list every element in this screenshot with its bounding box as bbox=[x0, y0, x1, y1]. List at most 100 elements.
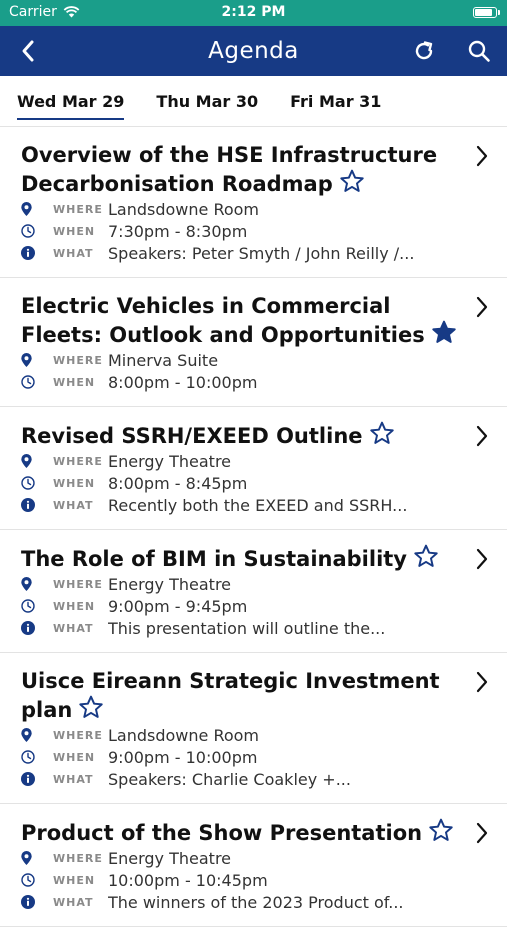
session-title: Product of the Show Presentation bbox=[21, 818, 467, 847]
search-button[interactable] bbox=[465, 37, 493, 65]
where-label: WHERE bbox=[53, 454, 103, 468]
what-icon-wrap bbox=[21, 246, 41, 260]
session-item[interactable]: Uisce Eireann Strategic Investment plan W… bbox=[0, 653, 507, 804]
refresh-button[interactable] bbox=[410, 37, 438, 65]
what-label: WHAT bbox=[53, 895, 94, 909]
location-pin-icon bbox=[21, 353, 32, 367]
where-label: WHERE bbox=[53, 577, 103, 591]
session-what-row: WHAT Speakers: Charlie Coakley +... bbox=[21, 768, 467, 790]
when-label: WHEN bbox=[53, 750, 96, 764]
what-icon-wrap bbox=[21, 621, 41, 635]
session-item[interactable]: Overview of the HSE Infrastructure Decar… bbox=[0, 127, 507, 278]
session-what: This presentation will outline the... bbox=[108, 618, 386, 638]
date-tabs: Wed Mar 29 Thu Mar 30 Fri Mar 31 bbox=[0, 76, 507, 127]
session-title: Revised SSRH/EXEED Outline bbox=[21, 421, 467, 450]
session-title-text: Revised SSRH/EXEED Outline bbox=[21, 424, 363, 448]
session-what-row: WHAT Speakers: Peter Smyth / John Reilly … bbox=[21, 242, 467, 264]
what-icon-wrap bbox=[21, 895, 41, 909]
where-label: WHERE bbox=[53, 728, 103, 742]
what-icon-wrap bbox=[21, 498, 41, 512]
session-what-row: WHAT This presentation will outline the..… bbox=[21, 617, 467, 639]
session-item[interactable]: Product of the Show Presentation WHERE Ene… bbox=[0, 804, 507, 927]
location-pin-icon bbox=[21, 454, 32, 468]
session-where-row: WHERE Minerva Suite bbox=[21, 349, 467, 371]
session-item[interactable]: Revised SSRH/EXEED Outline WHERE Energy Th… bbox=[0, 407, 507, 530]
refresh-icon bbox=[415, 41, 433, 60]
session-title-text: Overview of the HSE Infrastructure Decar… bbox=[21, 143, 438, 196]
clock-icon bbox=[21, 873, 35, 887]
session-where: Landsdowne Room bbox=[108, 725, 260, 745]
session-where: Energy Theatre bbox=[108, 848, 232, 868]
session-item[interactable]: The Role of BIM in Sustainability WHERE En… bbox=[0, 530, 507, 653]
session-what: Speakers: Charlie Coakley +... bbox=[108, 769, 351, 789]
when-icon-wrap bbox=[21, 599, 41, 613]
session-where: Energy Theatre bbox=[108, 574, 232, 594]
session-where-row: WHERE Landsdowne Room bbox=[21, 198, 467, 220]
when-label: WHEN bbox=[53, 476, 96, 490]
chevron-right-icon bbox=[476, 145, 488, 167]
info-icon bbox=[21, 895, 35, 909]
star-outline-icon[interactable] bbox=[78, 695, 104, 720]
when-label: WHEN bbox=[53, 375, 96, 389]
where-icon-wrap bbox=[21, 202, 41, 216]
when-label: WHEN bbox=[53, 599, 96, 613]
info-icon bbox=[21, 621, 35, 635]
status-bar: Carrier 2:12 PM bbox=[0, 0, 507, 26]
where-label: WHERE bbox=[53, 851, 103, 865]
location-pin-icon bbox=[21, 202, 32, 216]
session-when-row: WHEN 7:30pm - 8:30pm bbox=[21, 220, 467, 242]
star-outline-icon[interactable] bbox=[369, 421, 395, 446]
battery-level bbox=[475, 9, 493, 16]
session-what-row: WHAT The winners of the 2023 Product of..… bbox=[21, 891, 467, 913]
session-where: Energy Theatre bbox=[108, 451, 232, 471]
where-icon-wrap bbox=[21, 454, 41, 468]
star-outline-icon[interactable] bbox=[413, 544, 439, 569]
where-icon-wrap bbox=[21, 851, 41, 865]
where-icon-wrap bbox=[21, 353, 41, 367]
when-icon-wrap bbox=[21, 224, 41, 238]
chevron-right-icon bbox=[476, 822, 488, 844]
session-where-row: WHERE Energy Theatre bbox=[21, 847, 467, 869]
session-what: Recently both the EXEED and SSRH... bbox=[108, 495, 408, 515]
info-icon bbox=[21, 498, 35, 512]
battery-icon bbox=[473, 7, 500, 18]
tab-fri-mar-31[interactable]: Fri Mar 31 bbox=[290, 86, 381, 117]
star-outline-icon[interactable] bbox=[339, 169, 365, 194]
session-when: 8:00pm - 8:45pm bbox=[108, 473, 248, 493]
star-filled-icon[interactable] bbox=[431, 320, 457, 345]
chevron-right-icon bbox=[476, 296, 488, 318]
session-when: 10:00pm - 10:45pm bbox=[108, 870, 268, 890]
session-item[interactable]: Electric Vehicles in Commercial Fleets: … bbox=[0, 278, 507, 407]
where-icon-wrap bbox=[21, 728, 41, 742]
tab-thu-mar-30[interactable]: Thu Mar 30 bbox=[156, 86, 258, 117]
location-pin-icon bbox=[21, 851, 32, 865]
clock-icon bbox=[21, 224, 35, 238]
session-title: The Role of BIM in Sustainability bbox=[21, 544, 467, 573]
session-when-row: WHEN 9:00pm - 9:45pm bbox=[21, 595, 467, 617]
session-when: 9:00pm - 10:00pm bbox=[108, 747, 258, 767]
info-icon bbox=[21, 246, 35, 260]
where-label: WHERE bbox=[53, 202, 103, 216]
clock-icon bbox=[21, 750, 35, 764]
what-label: WHAT bbox=[53, 621, 94, 635]
info-icon bbox=[21, 772, 35, 786]
when-label: WHEN bbox=[53, 873, 96, 887]
clock-icon bbox=[21, 375, 35, 389]
session-where-row: WHERE Energy Theatre bbox=[21, 450, 467, 472]
where-icon-wrap bbox=[21, 577, 41, 591]
session-when-row: WHEN 10:00pm - 10:45pm bbox=[21, 869, 467, 891]
session-what: Speakers: Peter Smyth / John Reilly /... bbox=[108, 243, 415, 263]
session-title-text: Electric Vehicles in Commercial Fleets: … bbox=[21, 294, 425, 347]
location-pin-icon bbox=[21, 577, 32, 591]
session-title: Electric Vehicles in Commercial Fleets: … bbox=[21, 292, 467, 349]
session-title-text: The Role of BIM in Sustainability bbox=[21, 547, 407, 571]
where-label: WHERE bbox=[53, 353, 103, 367]
tab-wed-mar-29[interactable]: Wed Mar 29 bbox=[17, 86, 125, 120]
star-outline-icon[interactable] bbox=[428, 818, 454, 843]
session-where: Minerva Suite bbox=[108, 350, 219, 370]
what-icon-wrap bbox=[21, 772, 41, 786]
when-icon-wrap bbox=[21, 476, 41, 490]
what-label: WHAT bbox=[53, 246, 94, 260]
search-icon bbox=[468, 40, 490, 62]
when-icon-wrap bbox=[21, 750, 41, 764]
